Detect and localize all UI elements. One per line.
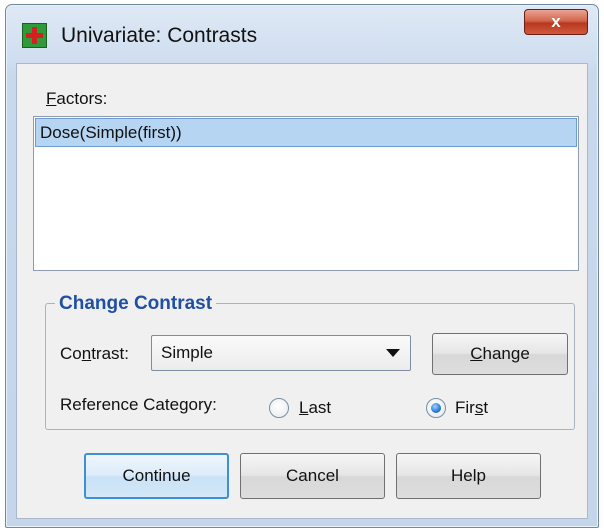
- change-button[interactable]: Change: [432, 333, 568, 375]
- factors-label-text: actors:: [56, 89, 108, 108]
- contrast-label-pre: Co: [60, 344, 82, 363]
- radio-selected-dot: [431, 403, 441, 413]
- radio-last[interactable]: [269, 398, 289, 418]
- factors-label: Factors:: [46, 89, 107, 109]
- radio-first[interactable]: [426, 398, 446, 418]
- title-bar[interactable]: Univariate: Contrasts x: [6, 5, 598, 63]
- help-button[interactable]: Help: [396, 453, 541, 499]
- contrast-select-value: Simple: [161, 343, 213, 362]
- contrast-label-key: n: [81, 344, 92, 363]
- close-button[interactable]: x: [524, 9, 588, 35]
- window-title: Univariate: Contrasts: [61, 24, 258, 47]
- change-button-text: hange: [482, 344, 530, 363]
- factors-list[interactable]: Dose(Simple(first)): [33, 116, 579, 271]
- radio-last-text: ast: [308, 398, 332, 417]
- cancel-button[interactable]: Cancel: [240, 453, 385, 499]
- chevron-down-icon[interactable]: [386, 349, 400, 357]
- group-title: Change Contrast: [55, 293, 217, 315]
- radio-first-post: t: [483, 398, 489, 417]
- contrast-select[interactable]: Simple: [151, 335, 411, 371]
- spss-dialog-icon: [22, 23, 47, 48]
- factors-label-key: F: [46, 89, 57, 108]
- radio-first-label[interactable]: First: [455, 398, 488, 418]
- continue-button[interactable]: Continue: [84, 453, 229, 499]
- list-item[interactable]: Dose(Simple(first)): [35, 118, 577, 147]
- contrast-label: Contrast:: [60, 344, 129, 364]
- change-button-key: C: [470, 344, 483, 363]
- radio-last-label[interactable]: Last: [299, 398, 331, 418]
- reference-category-label: Reference Category:: [60, 395, 217, 414]
- radio-first-pre: Fir: [455, 398, 475, 417]
- close-icon: x: [551, 12, 561, 31]
- contrast-label-post: trast:: [91, 344, 129, 363]
